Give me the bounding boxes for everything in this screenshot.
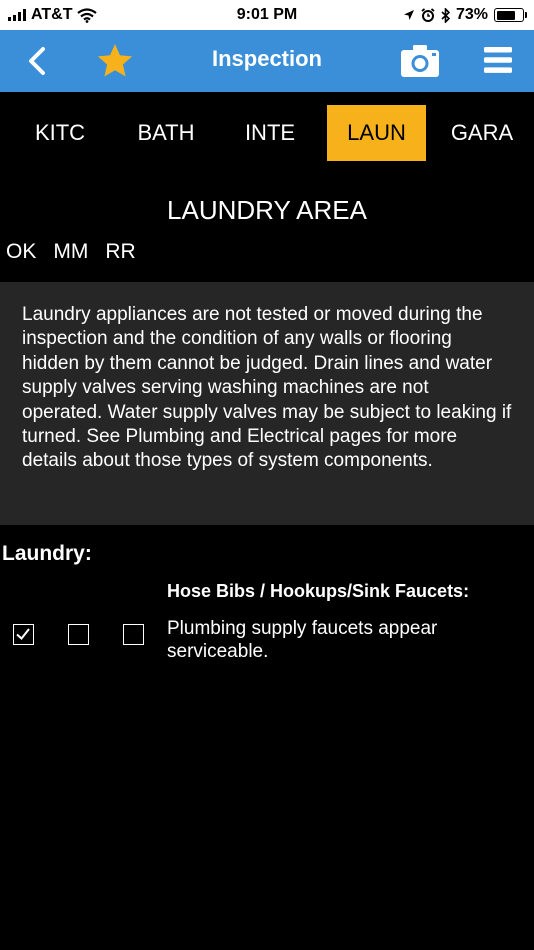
- legend-mm: MM: [53, 240, 89, 263]
- status-bar: AT&T 9:01 PM 73%: [0, 0, 534, 30]
- checkmark-icon: [16, 628, 30, 640]
- ok-checkbox[interactable]: [13, 624, 34, 645]
- battery-percent: 73%: [455, 6, 488, 23]
- section-tabs: KITC BATH INTE LAUN GARA: [0, 105, 534, 161]
- item-heading: Hose Bibs / Hookups/Sink Faucets:: [167, 581, 470, 601]
- tab-garage[interactable]: GARA: [438, 105, 526, 161]
- camera-icon[interactable]: [400, 44, 440, 78]
- section-title: LAUNDRY AREA: [167, 195, 367, 225]
- rating-legend: OK MM RR: [6, 240, 136, 264]
- group-title: Laundry:: [2, 542, 92, 565]
- rr-checkbox[interactable]: [123, 624, 144, 645]
- battery-icon: [494, 8, 527, 22]
- tab-bath[interactable]: BATH: [122, 105, 210, 161]
- nav-bar: Inspection: [0, 30, 534, 92]
- alarm-icon: [421, 8, 435, 22]
- bluetooth-icon: [441, 7, 450, 23]
- legend-ok: OK: [6, 240, 37, 263]
- location-icon: [403, 10, 414, 20]
- item-text: Plumbing supply faucets appear serviceab…: [167, 618, 438, 662]
- status-right: 73%: [403, 6, 527, 24]
- page-title: Inspection: [211, 46, 322, 71]
- tab-kitchen[interactable]: KITC: [17, 105, 103, 161]
- tab-laundry[interactable]: LAUN: [327, 105, 426, 161]
- legend-rr: RR: [105, 240, 136, 263]
- tab-interior[interactable]: INTE: [228, 105, 312, 161]
- menu-icon[interactable]: [482, 45, 514, 75]
- mm-checkbox[interactable]: [68, 624, 89, 645]
- section-description: Laundry appliances are not tested or mov…: [0, 282, 534, 525]
